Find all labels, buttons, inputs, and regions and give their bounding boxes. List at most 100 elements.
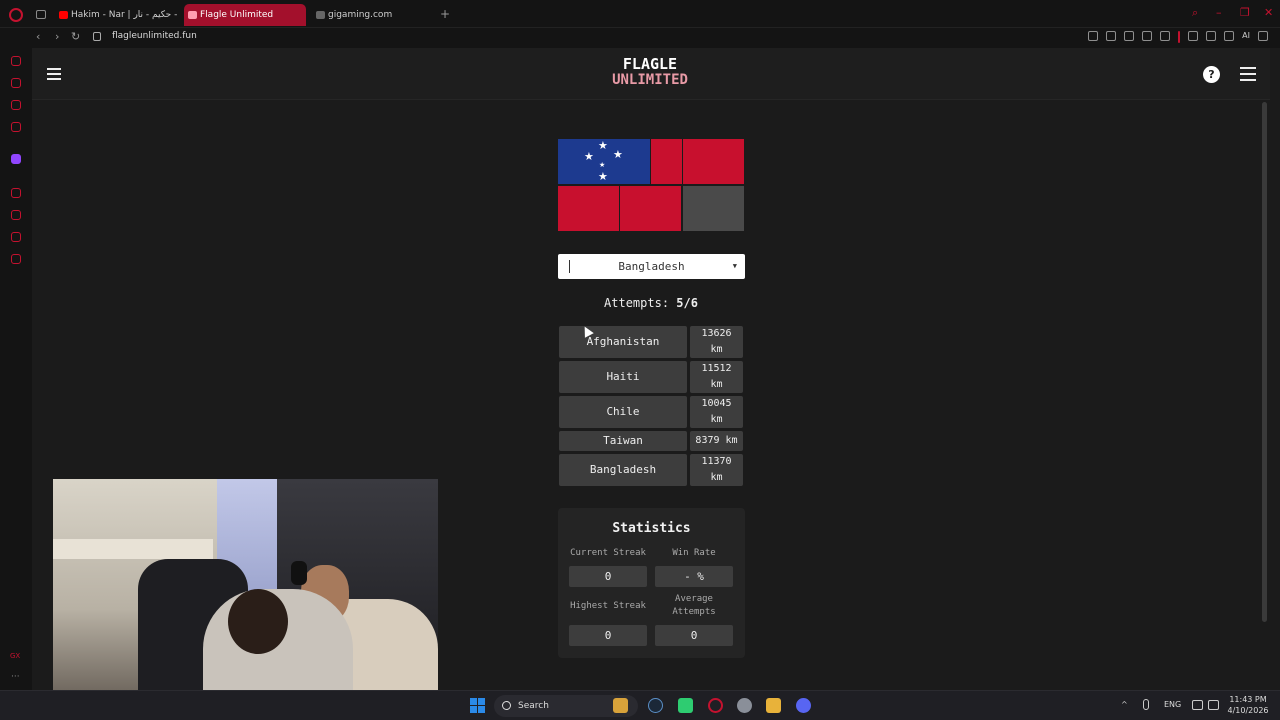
back-icon[interactable]: ‹: [36, 30, 40, 43]
address-bar: ‹ › ↻ flagleunlimited.fun AI: [0, 28, 1280, 48]
settings-gear-icon[interactable]: [737, 698, 752, 713]
steam-icon[interactable]: [648, 698, 663, 713]
messenger-icon[interactable]: [11, 100, 21, 110]
adblock-icon[interactable]: [1124, 31, 1135, 41]
settings-sidebar-icon[interactable]: [11, 254, 21, 264]
discord-icon[interactable]: [796, 698, 811, 713]
tab-gigaming[interactable]: gigaming.com: [312, 4, 434, 26]
highest-streak-value: 0: [569, 625, 647, 646]
network-icon[interactable]: [1192, 700, 1203, 710]
distance-unit: km: [710, 472, 723, 483]
more-icon[interactable]: ···: [11, 672, 20, 682]
gx-label[interactable]: GX: [10, 652, 20, 660]
current-streak-label: Current Streak: [570, 548, 646, 558]
volume-icon[interactable]: [1208, 700, 1219, 710]
workspaces-icon[interactable]: [36, 10, 46, 19]
player-icon[interactable]: [1142, 31, 1153, 41]
average-attempts-label-line2: Attempts: [672, 607, 716, 617]
attempts-value: 5/6: [676, 296, 698, 310]
opera-logo-icon[interactable]: [9, 8, 23, 22]
tab-flagle[interactable]: Flagle Unlimited: [184, 4, 306, 26]
page-scrollbar[interactable]: [1262, 102, 1267, 622]
search-label: Search: [518, 701, 549, 711]
language-indicator[interactable]: ENG: [1164, 700, 1181, 709]
search-icon: [502, 701, 511, 710]
snapshot-icon[interactable]: [1106, 31, 1117, 41]
browser-sidebar: GX ···: [0, 48, 32, 690]
tray-expand-icon[interactable]: ^: [1121, 700, 1128, 709]
average-attempts-value: 0: [655, 625, 733, 646]
search-highlight-icon[interactable]: [613, 698, 628, 713]
extensions-icon[interactable]: [1188, 31, 1199, 41]
average-attempts-label-line1: Average: [675, 594, 713, 604]
maximize-icon[interactable]: ❐: [1240, 7, 1250, 18]
statistics-panel: Statistics Current Streak Win Rate 0 - %…: [558, 508, 745, 658]
xbox-app-icon[interactable]: [678, 698, 693, 713]
news-icon[interactable]: [11, 122, 21, 132]
country-select[interactable]: Bangladesh ▼: [558, 254, 745, 279]
download-icon[interactable]: [1224, 31, 1235, 41]
guess-distance: 13626 km: [690, 326, 743, 358]
heart-icon[interactable]: [1160, 31, 1171, 41]
distance-value: 10045: [701, 398, 732, 409]
menu-icon[interactable]: [1258, 31, 1268, 41]
forward-icon[interactable]: ›: [55, 30, 59, 43]
flag-puzzle: ★ ★ ★ ★ ★: [558, 139, 744, 232]
guess-distance: 8379 km: [690, 431, 743, 451]
ai-button[interactable]: AI: [1242, 31, 1250, 41]
minimize-icon[interactable]: –: [1216, 7, 1226, 18]
distance-value: 11370: [701, 456, 732, 467]
bookmark-icon[interactable]: [1088, 31, 1099, 41]
gx-control-icon[interactable]: [11, 56, 21, 66]
guess-country: Chile: [559, 396, 687, 428]
url-field[interactable]: flagleunlimited.fun: [112, 31, 197, 41]
new-tab-icon[interactable]: +: [440, 8, 450, 20]
windows-taskbar: Search ^ ENG 11:43 PM 4/10/2026: [0, 690, 1280, 720]
star-icon: ★: [598, 170, 608, 183]
hamburger-menu-icon[interactable]: [47, 68, 61, 83]
windows-start-icon[interactable]: [470, 698, 485, 713]
extensions-sidebar-icon[interactable]: [11, 232, 21, 242]
flag-tile: [620, 186, 681, 231]
file-explorer-icon[interactable]: [766, 698, 781, 713]
guess-country: Taiwan: [559, 431, 687, 451]
webcam-person-head: [228, 589, 288, 654]
guess-country: Haiti: [559, 361, 687, 393]
help-icon[interactable]: ?: [1203, 66, 1220, 83]
webcam-overlay: [53, 479, 438, 696]
twitch-icon[interactable]: [11, 154, 21, 164]
guess-country: Bangladesh: [559, 454, 687, 486]
guess-distance: 10045 km: [690, 396, 743, 428]
site-logo[interactable]: FLAGLE UNLIMITED: [602, 56, 698, 92]
attempts-counter: Attempts: 5/6: [558, 296, 744, 310]
star-icon: ★: [584, 150, 594, 163]
player-sidebar-icon[interactable]: [11, 188, 21, 198]
profile-icon[interactable]: [1206, 31, 1217, 41]
search-tabs-icon[interactable]: ⌕: [1192, 7, 1202, 18]
youtube-favicon-icon: [59, 11, 68, 19]
gx-corner-icon[interactable]: [11, 78, 21, 88]
lock-icon: [93, 32, 101, 41]
close-icon[interactable]: ✕: [1264, 7, 1274, 18]
tab-label: gigaming.com: [328, 10, 393, 20]
logo-line2: UNLIMITED: [612, 72, 688, 88]
star-icon: ★: [598, 139, 608, 152]
dropdown-arrow-icon[interactable]: ▼: [733, 254, 737, 279]
star-icon: ★: [613, 148, 623, 161]
divider: [1178, 31, 1181, 43]
tab-youtube[interactable]: Hakim - Nar | حكيم - نار - Yo: [55, 4, 177, 26]
opera-gx-taskbar-icon[interactable]: [708, 698, 723, 713]
guess-country: Afghanistan: [559, 326, 687, 358]
text-caret: [569, 260, 570, 273]
reload-icon[interactable]: ↻: [71, 30, 80, 43]
clock[interactable]: 11:43 PM 4/10/2026: [1226, 694, 1270, 716]
distance-unit: km: [710, 379, 723, 390]
history-icon[interactable]: [11, 210, 21, 220]
flag-tile: ★ ★ ★ ★ ★: [558, 139, 650, 184]
browser-tab-bar: Hakim - Nar | حكيم - نار - Yo Flagle Unl…: [0, 0, 1280, 28]
flag-tile-hidden: [683, 186, 744, 231]
microphone-icon[interactable]: [1143, 699, 1149, 710]
settings-sliders-icon[interactable]: [1240, 67, 1256, 85]
logo-line1: FLAGLE: [622, 55, 678, 73]
flag-tile: [651, 139, 682, 184]
